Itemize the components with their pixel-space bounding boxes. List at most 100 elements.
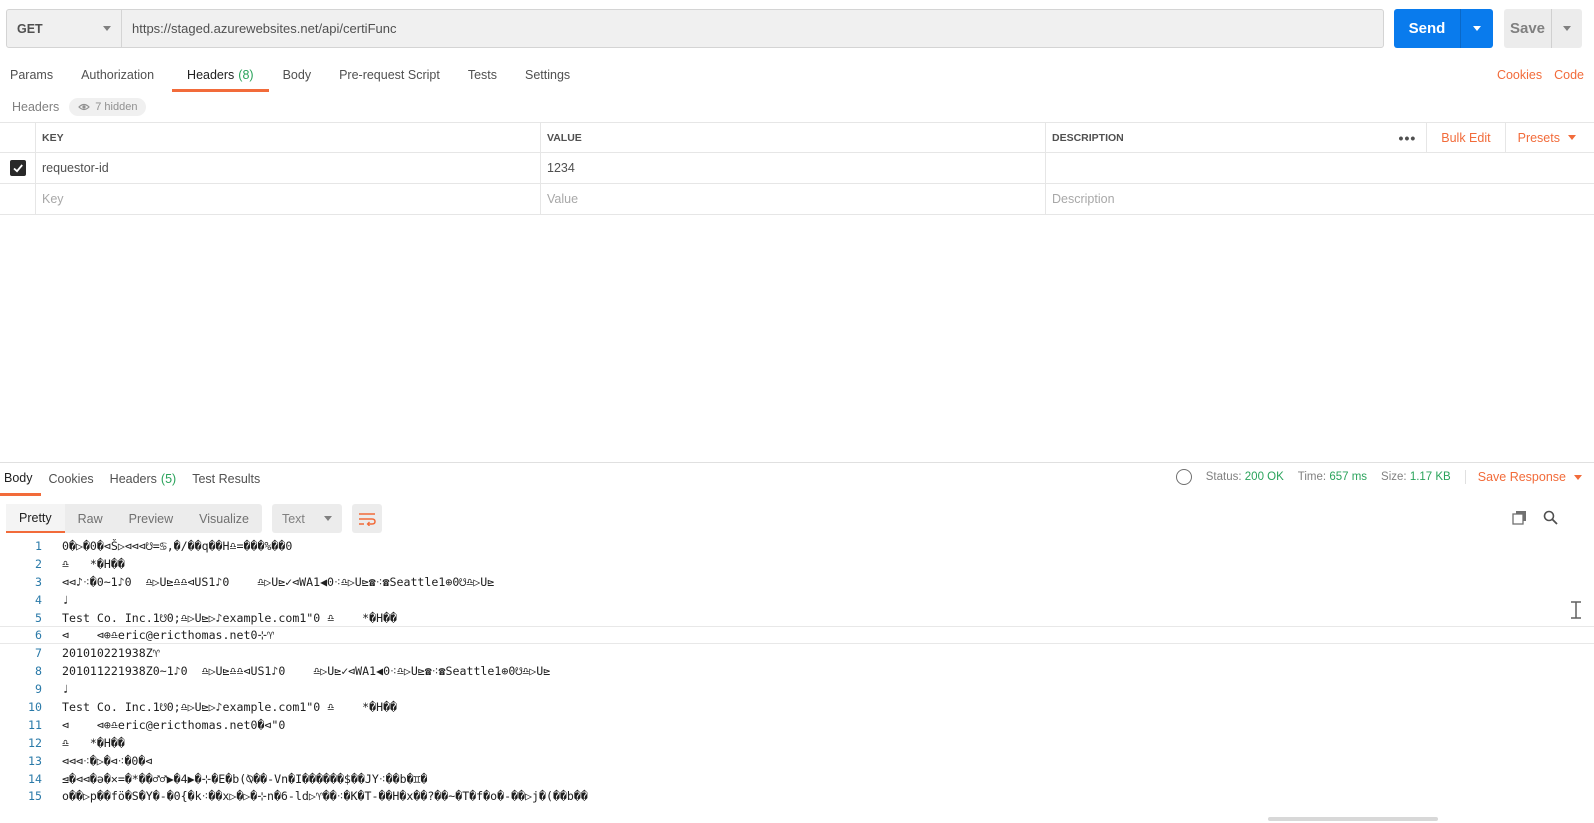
response-toolbar: Pretty Raw Preview Visualize Text [6, 504, 382, 533]
value-column-header: VALUE [541, 123, 1046, 152]
tab-body[interactable]: Body [273, 60, 322, 90]
format-label: Text [281, 511, 305, 526]
tab-label: Headers [187, 67, 235, 82]
editor-scrollbar[interactable] [1570, 547, 1582, 797]
tab-count: (5) [160, 471, 177, 486]
code-line: 11 ⊲ ⊲⊕♎eric@ericthomas.net0�⊲"0 [0, 716, 1594, 734]
table-header-row: KEY VALUE DESCRIPTION ••• Bulk Edit Pres… [0, 123, 1594, 153]
line-text: ♩ [62, 592, 69, 607]
format-select[interactable]: Text [271, 504, 342, 533]
tab-label: Body [4, 471, 33, 485]
tab-response-cookies[interactable]: Cookies [45, 463, 102, 494]
line-text: ⊲ ⊲⊕♎eric@ericthomas.net0⊹♈ [62, 628, 275, 643]
text-cursor-icon [1571, 601, 1581, 619]
tab-label: Headers [109, 471, 157, 486]
new-value-input[interactable]: Value [541, 184, 1046, 214]
line-text: Test Co. Inc.1☋0;♎▷U⊵▷♪example.com1"0 ♎ … [62, 610, 398, 625]
line-number: 5 [35, 610, 42, 625]
line-number: 4 [35, 592, 42, 607]
url-input[interactable]: https://staged.azurewebsites.net/api/cer… [122, 10, 1383, 47]
cookies-link[interactable]: Cookies [1497, 68, 1542, 82]
new-description-input[interactable]: Description [1046, 184, 1594, 214]
header-description-field[interactable] [1046, 153, 1594, 183]
send-options-button[interactable] [1461, 9, 1493, 48]
headers-table: KEY VALUE DESCRIPTION ••• Bulk Edit Pres… [0, 122, 1594, 215]
tab-params[interactable]: Params [0, 60, 63, 90]
presets-dropdown[interactable]: Presets [1504, 123, 1576, 152]
size-label: Size: [1381, 471, 1407, 483]
horizontal-scrollbar[interactable] [1268, 817, 1438, 821]
header-enabled-checkbox[interactable] [9, 160, 26, 176]
request-tabs: Params Authorization Headers (8) Body Pre… [0, 60, 580, 92]
tab-label: Params [10, 68, 54, 82]
view-preview[interactable]: Preview [116, 504, 186, 533]
status-value: 200 OK [1244, 471, 1284, 483]
line-text: 201010221938Z♈ [62, 646, 160, 661]
line-number: 15 [28, 789, 42, 804]
tab-authorization[interactable]: Authorization [71, 60, 164, 90]
view-mode-selector: Pretty Raw Preview Visualize [6, 504, 262, 533]
network-icon[interactable] [1175, 469, 1192, 485]
hidden-count: 7 hidden [95, 101, 138, 113]
send-label: Send [1394, 9, 1461, 48]
line-number: 2 [35, 556, 42, 571]
time-info: Time: 657 ms [1298, 471, 1367, 483]
wrap-lines-button[interactable] [351, 504, 382, 533]
check-icon [12, 164, 23, 173]
save-label: Save [1504, 9, 1552, 48]
tab-label: Body [282, 68, 312, 82]
code-line: 4 ♩ [0, 591, 1594, 609]
tab-tests[interactable]: Tests [458, 60, 507, 90]
presets-label: Presets [1517, 130, 1560, 145]
code-link[interactable]: Code [1554, 68, 1584, 82]
tab-pre-request-script[interactable]: Pre-request Script [329, 60, 450, 90]
search-icon[interactable] [1543, 510, 1558, 525]
bulk-edit-button[interactable]: Bulk Edit [1441, 131, 1490, 145]
code-line: 9 ♩ [0, 680, 1594, 698]
tab-response-headers[interactable]: Headers (5) [106, 463, 185, 494]
description-label: DESCRIPTION [1052, 131, 1124, 144]
save-options-button[interactable] [1552, 9, 1582, 48]
view-pretty[interactable]: Pretty [6, 504, 65, 533]
line-text: o��▷p��fö�S�Y�-�0{�k⁖��x▷�▷�⊹n�6-ld▷♈��⁖… [62, 789, 588, 804]
view-raw[interactable]: Raw [65, 504, 116, 533]
header-value-field[interactable]: 1234 [541, 153, 1046, 183]
row-checkbox-cell [0, 184, 36, 214]
hidden-headers-toggle[interactable]: 7 hidden [69, 98, 147, 116]
tab-response-body[interactable]: Body [0, 463, 41, 496]
line-number: 11 [28, 717, 42, 732]
row-checkbox-cell [0, 153, 36, 183]
code-line: 7 201010221938Z♈ [0, 644, 1594, 662]
copy-icon[interactable] [1512, 510, 1527, 525]
eye-icon [78, 103, 91, 111]
time-label: Time: [1297, 471, 1327, 483]
header-key-field[interactable]: requestor-id [36, 153, 541, 183]
save-button[interactable]: Save [1504, 9, 1582, 48]
tab-label: Test Results [192, 471, 261, 486]
response-body-editor[interactable]: 1 0�▷�0�⊲Š▷⊲⊲⊲☋=♋,�/��q��H♎=���%��0 2 ♎ *�… [0, 537, 1594, 807]
tab-label: Pre-request Script [339, 68, 440, 82]
tab-settings[interactable]: Settings [515, 60, 580, 90]
chevron-down-icon [1568, 135, 1576, 140]
key-column-header: KEY [36, 123, 541, 152]
line-text: ♩ [62, 682, 69, 697]
table-actions: ••• Bulk Edit Presets [1399, 123, 1576, 152]
code-line: 1 0�▷�0�⊲Š▷⊲⊲⊲☋=♋,�/��q��H♎=���%��0 [0, 537, 1594, 555]
tab-test-results[interactable]: Test Results [188, 463, 268, 494]
code-line: 5 Test Co. Inc.1☋0;♎▷U⊵▷♪example.com1"0 ♎… [0, 609, 1594, 627]
view-visualize[interactable]: Visualize [186, 504, 262, 533]
send-button[interactable]: Send [1394, 9, 1493, 48]
table-row: requestor-id 1234 [0, 153, 1594, 184]
tab-headers[interactable]: Headers (8) [172, 60, 269, 92]
new-key-input[interactable]: Key [36, 184, 541, 214]
chevron-down-icon [1473, 26, 1481, 31]
tab-label: Authorization [81, 68, 155, 82]
more-options-icon[interactable]: ••• [1399, 123, 1428, 152]
method-select[interactable]: GET [7, 10, 122, 47]
tab-label: Settings [525, 68, 571, 82]
code-line: 2 ♎ *�H�� [0, 555, 1594, 573]
line-text: ⊲ ⊲⊕♎eric@ericthomas.net0�⊲"0 [62, 717, 286, 732]
save-response-button[interactable]: Save Response [1464, 470, 1582, 484]
request-bar: GET https://staged.azurewebsites.net/api… [6, 9, 1384, 48]
code-line: 3 ⊲⊲♪⁖�0~1♪0 ♎▷U⊵♎♎⊲US1♪0 ♎▷U⊵✓⊲WA1◀0⁖♎▷U… [0, 573, 1594, 591]
